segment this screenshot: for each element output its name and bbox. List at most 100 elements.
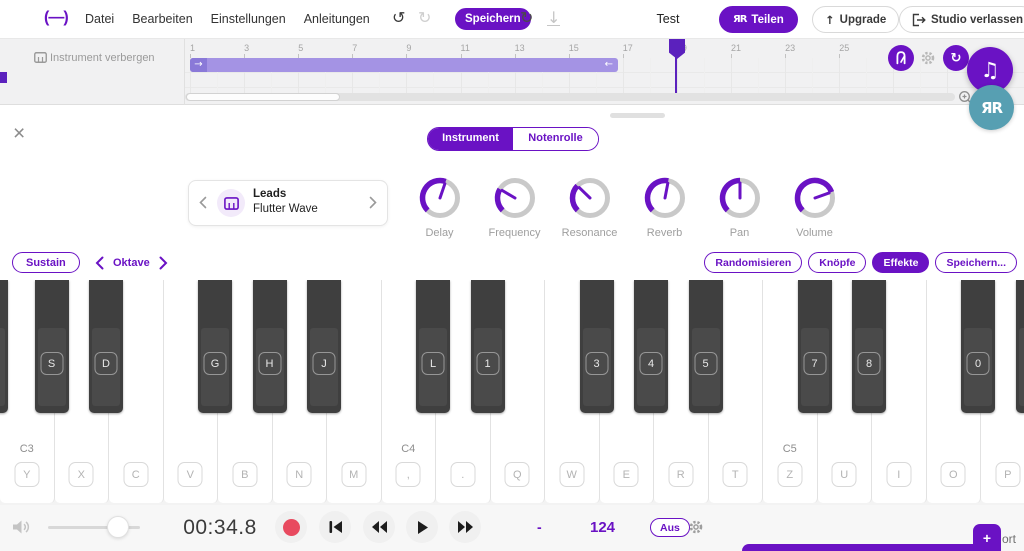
octave-label: Oktave <box>113 257 150 269</box>
skip-start-button[interactable] <box>319 511 351 543</box>
transport-bar: 00:34.8 - 124 Aus + <box>0 505 1024 551</box>
knob-frequency[interactable]: Frequency <box>477 175 552 239</box>
knob-resonance[interactable]: Resonance <box>552 175 627 239</box>
knob-pan[interactable]: Pan <box>702 175 777 239</box>
speaker-icon[interactable] <box>12 519 32 540</box>
knob-label: Reverb <box>627 227 702 239</box>
redo-icon[interactable]: ↻ <box>418 7 431 29</box>
key-cap: , <box>396 462 421 487</box>
metronome-button[interactable] <box>888 45 914 71</box>
history-icon[interactable]: ↻ <box>520 7 533 29</box>
menu-item-einstellungen[interactable]: Einstellungen <box>211 12 286 26</box>
action-randomisieren-button[interactable]: Randomisieren <box>704 252 802 273</box>
black-key-D[interactable]: D <box>89 280 123 413</box>
black-key-front <box>0 328 5 406</box>
leave-studio-button[interactable]: Studio verlassen <box>899 6 1024 33</box>
tab-notenrolle[interactable]: Notenrolle <box>513 128 598 150</box>
play-button[interactable] <box>406 511 438 543</box>
fast-forward-button[interactable] <box>449 511 481 543</box>
key-cap: W <box>559 462 584 487</box>
key-cap: L <box>422 352 445 375</box>
add-button[interactable]: + <box>973 524 1001 551</box>
download-icon[interactable]: ↓ <box>547 7 560 26</box>
support-link-partial[interactable]: ort <box>1002 532 1016 546</box>
volume-slider-thumb[interactable] <box>107 516 129 538</box>
settings-gear-icon[interactable] <box>920 50 936 71</box>
undo-icon[interactable]: ↺ <box>392 7 405 29</box>
ruler-tick <box>839 54 840 58</box>
hide-instrument-button[interactable]: Instrument verbergen <box>0 39 185 105</box>
upgrade-button[interactable]: ↑ Upgrade <box>812 6 899 33</box>
black-key-partial[interactable] <box>1016 280 1024 413</box>
record-button[interactable] <box>275 511 307 543</box>
menubar: (—) Datei Bearbeiten Einstellungen Anleitun… <box>0 0 1024 38</box>
leave-label: Studio verlassen <box>931 14 1023 26</box>
black-key-5[interactable]: 5 <box>689 280 723 413</box>
hide-instrument-label: Instrument verbergen <box>50 52 155 64</box>
black-key-J[interactable]: J <box>307 280 341 413</box>
loop-right-handle[interactable]: ← <box>605 58 613 72</box>
timeline[interactable]: Instrument verbergen <box>0 38 1024 105</box>
octave-up-icon[interactable] <box>159 256 168 270</box>
action-knpfe-button[interactable]: Knöpfe <box>808 252 866 273</box>
panel-drag-handle[interactable] <box>610 113 665 118</box>
knob-volume[interactable]: Volume <box>777 175 852 239</box>
black-key-1[interactable]: 1 <box>471 280 505 413</box>
instrument-name-block[interactable]: Leads Flutter Wave <box>253 187 318 217</box>
close-icon[interactable]: × <box>13 124 25 144</box>
track-region-fragment[interactable] <box>0 72 7 83</box>
ruler-tick <box>731 54 732 58</box>
tempo-prefix[interactable]: - <box>537 519 542 535</box>
play-icon <box>416 520 429 535</box>
effect-knobs: DelayFrequencyResonanceReverbPanVolume <box>402 175 852 239</box>
timeline-scrollbar[interactable] <box>185 93 955 101</box>
action-speichern-button[interactable]: Speichern... <box>935 252 1017 273</box>
black-key-G[interactable]: G <box>198 280 232 413</box>
black-key-0[interactable]: 0 <box>961 280 995 413</box>
black-key-L[interactable]: L <box>416 280 450 413</box>
scrollbar-thumb[interactable] <box>186 93 340 101</box>
black-key-3[interactable]: 3 <box>580 280 614 413</box>
menu-item-datei[interactable]: Datei <box>85 12 114 26</box>
octave-marker: C3 <box>0 443 54 455</box>
black-key-4[interactable]: 4 <box>634 280 668 413</box>
black-key-S[interactable]: S <box>35 280 69 413</box>
knob-delay[interactable]: Delay <box>402 175 477 239</box>
ruler-number: 11 <box>461 43 470 53</box>
menu-items: Datei Bearbeiten Einstellungen Anleitungen <box>85 0 370 38</box>
loop-region[interactable]: → ← <box>190 58 618 72</box>
collaborators-avatar[interactable]: ЯR <box>969 85 1014 130</box>
tempo-value[interactable]: 124 <box>590 519 615 536</box>
playhead[interactable] <box>669 39 685 59</box>
up-arrow-icon: ↑ <box>825 13 835 27</box>
octave-down-icon[interactable] <box>95 256 104 270</box>
ruler-number: 7 <box>352 43 357 53</box>
studio-app: (—) Datei Bearbeiten Einstellungen Anleitun… <box>0 0 1024 551</box>
octave-marker: C4 <box>382 443 436 455</box>
metronome-toggle[interactable]: Aus <box>650 518 690 537</box>
loop-left-handle[interactable]: → <box>190 58 207 72</box>
next-instrument-icon[interactable] <box>369 196 377 214</box>
project-title[interactable]: Test <box>640 12 696 26</box>
share-button[interactable]: ЯR Teilen <box>719 6 798 33</box>
black-key-8[interactable]: 8 <box>852 280 886 413</box>
rewind-button[interactable] <box>363 511 395 543</box>
sustain-button[interactable]: Sustain <box>12 252 80 273</box>
prev-instrument-icon[interactable] <box>199 196 207 214</box>
key-cap: C <box>123 462 148 487</box>
instrument-selector: Leads Flutter Wave <box>188 180 388 226</box>
knob-reverb[interactable]: Reverb <box>627 175 702 239</box>
ruler-number: 3 <box>244 43 249 53</box>
black-key-7[interactable]: 7 <box>798 280 832 413</box>
loop-toggle-button[interactable]: ↻ <box>943 45 969 71</box>
action-effekte-button[interactable]: Effekte <box>872 252 929 273</box>
tab-instrument[interactable]: Instrument <box>428 128 513 150</box>
ruler-number: 13 <box>515 43 525 53</box>
menu-item-bearbeiten[interactable]: Bearbeiten <box>132 12 192 26</box>
menu-item-anleitungen[interactable]: Anleitungen <box>304 12 370 26</box>
black-key-partial[interactable] <box>0 280 8 413</box>
transport-settings-icon[interactable] <box>688 519 704 540</box>
black-key-H[interactable]: H <box>253 280 287 413</box>
key-cap: P <box>995 462 1020 487</box>
app-logo-icon[interactable]: (—) <box>44 9 68 27</box>
